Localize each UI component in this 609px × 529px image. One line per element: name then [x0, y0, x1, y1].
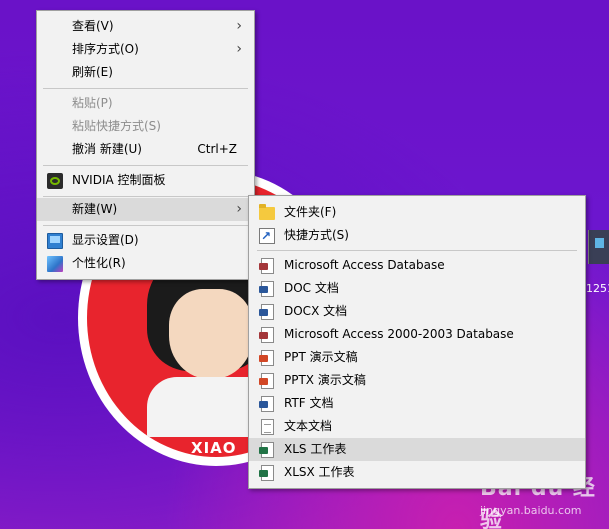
- nvidia-icon: [47, 173, 63, 189]
- word-file-icon: [259, 396, 274, 412]
- submenu-item-xlsx[interactable]: XLSX 工作表: [249, 461, 585, 484]
- avatar-face: [169, 289, 253, 379]
- menu-item-label: 文件夹(F): [284, 205, 337, 219]
- submenu-item-rtf[interactable]: RTF 文档: [249, 392, 585, 415]
- menu-item-label: 快捷方式(S): [284, 228, 349, 242]
- app-icon: [595, 238, 604, 248]
- menu-item-shortcut: Ctrl+Z: [197, 142, 237, 156]
- menu-item-new[interactable]: 新建(W) ›: [37, 198, 254, 221]
- menu-item-label: 刷新(E): [72, 65, 113, 79]
- menu-separator: [257, 250, 577, 251]
- watermark-url: jingyan.baidu.com: [480, 504, 582, 517]
- ppt-file-icon: [259, 373, 274, 389]
- menu-item-label: NVIDIA 控制面板: [72, 173, 166, 187]
- desktop-shortcut-icon[interactable]: [588, 230, 609, 264]
- menu-item-label: DOC 文档: [284, 281, 339, 295]
- menu-separator: [43, 225, 248, 226]
- access-file-icon: [259, 327, 274, 343]
- submenu-item-shortcut[interactable]: 快捷方式(S): [249, 224, 585, 248]
- menu-item-view[interactable]: 查看(V) ›: [37, 15, 254, 38]
- wallpaper-brand-text: XIAO: [191, 439, 237, 457]
- desktop-context-menu: 查看(V) › 排序方式(O) › 刷新(E) 粘贴(P) 粘贴快捷方式(S) …: [36, 10, 255, 280]
- menu-item-label: Microsoft Access 2000-2003 Database: [284, 327, 514, 341]
- menu-separator: [43, 88, 248, 89]
- chevron-right-icon: ›: [236, 201, 242, 217]
- submenu-item-text-document[interactable]: 文本文档: [249, 415, 585, 438]
- chevron-right-icon: ›: [236, 41, 242, 57]
- menu-item-label: 新建(W): [72, 202, 118, 216]
- menu-item-sort-by[interactable]: 排序方式(O) ›: [37, 38, 254, 61]
- word-file-icon: [259, 281, 274, 297]
- menu-separator: [43, 196, 248, 197]
- menu-item-refresh[interactable]: 刷新(E): [37, 61, 254, 84]
- menu-item-label: PPTX 演示文稿: [284, 373, 366, 387]
- word-file-icon: [259, 304, 274, 320]
- menu-item-paste-shortcut[interactable]: 粘贴快捷方式(S): [37, 115, 254, 138]
- menu-separator: [43, 165, 248, 166]
- menu-item-label: 排序方式(O): [72, 42, 139, 56]
- menu-item-label: 文本文档: [284, 419, 333, 433]
- excel-file-icon: [259, 465, 274, 481]
- personalize-icon: [47, 256, 63, 272]
- menu-item-nvidia-control-panel[interactable]: NVIDIA 控制面板: [37, 169, 254, 192]
- new-submenu: 文件夹(F) 快捷方式(S) Microsoft Access Database…: [248, 195, 586, 489]
- menu-item-label: 个性化(R): [72, 256, 126, 270]
- text-file-icon: [261, 419, 274, 435]
- submenu-item-doc[interactable]: DOC 文档: [249, 277, 585, 300]
- submenu-item-access-2000-2003[interactable]: Microsoft Access 2000-2003 Database: [249, 323, 585, 346]
- menu-item-paste[interactable]: 粘贴(P): [37, 92, 254, 115]
- menu-item-label: 撤消 新建(U): [72, 142, 142, 156]
- submenu-item-folder[interactable]: 文件夹(F): [249, 201, 585, 224]
- menu-item-label: XLSX 工作表: [284, 465, 355, 479]
- menu-item-label: RTF 文档: [284, 396, 334, 410]
- submenu-item-pptx[interactable]: PPTX 演示文稿: [249, 369, 585, 392]
- submenu-item-docx[interactable]: DOCX 文档: [249, 300, 585, 323]
- menu-item-undo-new[interactable]: 撤消 新建(U) Ctrl+Z: [37, 138, 254, 161]
- submenu-item-ppt[interactable]: PPT 演示文稿: [249, 346, 585, 369]
- excel-file-icon: [259, 442, 274, 458]
- menu-item-display-settings[interactable]: 显示设置(D): [37, 229, 254, 252]
- folder-icon: [259, 204, 275, 220]
- ppt-file-icon: [259, 350, 274, 366]
- shortcut-icon: [259, 225, 275, 248]
- submenu-item-access-database[interactable]: Microsoft Access Database: [249, 254, 585, 277]
- menu-item-label: 显示设置(D): [72, 233, 139, 247]
- menu-item-label: 粘贴(P): [72, 96, 113, 110]
- menu-item-label: DOCX 文档: [284, 304, 348, 318]
- menu-item-label: Microsoft Access Database: [284, 258, 445, 272]
- access-file-icon: [259, 258, 274, 274]
- menu-item-label: 粘贴快捷方式(S): [72, 119, 161, 133]
- menu-item-label: 查看(V): [72, 19, 114, 33]
- desktop-icon-label[interactable]: 1251: [586, 282, 609, 295]
- menu-item-personalize[interactable]: 个性化(R): [37, 252, 254, 275]
- menu-item-label: PPT 演示文稿: [284, 350, 358, 364]
- submenu-item-xls[interactable]: XLS 工作表: [249, 438, 585, 461]
- menu-item-label: XLS 工作表: [284, 442, 347, 456]
- chevron-right-icon: ›: [236, 18, 242, 34]
- display-settings-icon: [47, 233, 63, 249]
